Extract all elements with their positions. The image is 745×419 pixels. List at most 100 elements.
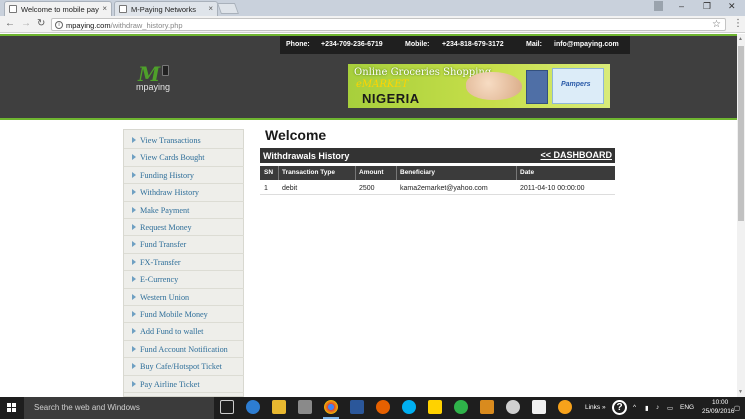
reload-icon[interactable]: ↻ [37, 18, 45, 29]
url-path: /withdraw_history.php [110, 21, 183, 30]
sidebar-item-e-currency[interactable]: E-Currency [124, 271, 244, 289]
banner-country: NIGERIA [362, 91, 420, 106]
keyboard-language[interactable]: ENG [680, 404, 694, 411]
url-host: mpaying.com [66, 21, 111, 30]
sidebar-item-view-transactions[interactable]: View Transactions [124, 132, 244, 150]
firefox-icon[interactable] [376, 400, 390, 414]
browser-menu-icon[interactable]: ⋮ [733, 18, 743, 29]
diapers-box-image: Pampers [552, 68, 604, 104]
arrow-right-icon [132, 137, 136, 143]
battery-icon[interactable]: ▭ [667, 404, 673, 412]
chicken-image [466, 72, 522, 100]
arrow-right-icon [132, 276, 136, 283]
taskbar-search-input[interactable]: Search the web and Windows [24, 397, 214, 419]
page-scrollbar[interactable]: ▲ ▼ [737, 34, 745, 397]
bookmark-star-icon[interactable]: ☆ [712, 19, 721, 30]
tab-title: M-Paying Networks [131, 5, 197, 14]
column-header: Beneficiary [400, 169, 436, 176]
address-bar[interactable]: i mpaying.com/withdraw_history.php ☆ [51, 18, 726, 31]
links-expand-icon[interactable]: » [602, 404, 606, 411]
sidebar-item-label: Pay Airline Ticket [140, 379, 200, 389]
table-row: 1 debit 2500 kama2emarket@yahoo.com 2011… [260, 181, 615, 195]
network-icon[interactable]: ▮ [645, 404, 649, 412]
skype-icon[interactable] [402, 400, 416, 414]
user-profile-icon[interactable] [654, 1, 663, 11]
notifications-icon[interactable]: ▢ [734, 404, 740, 412]
app-green-icon[interactable] [454, 400, 468, 414]
links-toolbar-label[interactable]: Links [585, 404, 600, 411]
mail-address[interactable]: info@mpaying.com [554, 41, 619, 48]
app-yellow-icon[interactable] [428, 400, 442, 414]
scrollbar-thumb[interactable] [738, 46, 744, 221]
advert-banner[interactable]: Online Groceries Shopping eMARKET NIGERI… [348, 64, 610, 108]
sidebar-item-add-fund-to-wallet[interactable]: Add Fund to wallet [124, 323, 244, 341]
help-icon[interactable]: ? [612, 400, 627, 415]
tab-close-icon[interactable]: × [208, 4, 213, 13]
tab-close-icon[interactable]: × [102, 4, 107, 13]
tab-title: Welcome to mobile pay [21, 5, 99, 14]
sidebar-item-fx-transfer[interactable]: FX-Transfer [124, 254, 244, 272]
file-explorer-icon[interactable] [272, 400, 286, 414]
logo-phone-icon [162, 65, 169, 76]
clock-date[interactable]: 25/09/2016 [702, 408, 735, 415]
header-accent-bottom [0, 118, 745, 120]
sidebar-item-buy-cafe-hotspot-ticket[interactable]: Buy Cafe/Hotspot Ticket [124, 358, 244, 376]
contact-bar: Phone: +234-709-236-6719 Mobile: +234-81… [280, 36, 630, 54]
arrow-right-icon [132, 224, 136, 230]
sidebar-item-view-cards-bought[interactable]: View Cards Bought [124, 149, 244, 167]
arrow-right-icon [132, 189, 136, 196]
restore-icon[interactable]: ❐ [703, 1, 711, 12]
window-close-icon[interactable]: ✕ [728, 1, 736, 12]
column-divider [396, 166, 397, 180]
sidebar-item-make-payment[interactable]: Make Payment [124, 202, 244, 219]
browser-tab-strip: Welcome to mobile pay × M-Paying Network… [0, 0, 745, 16]
new-tab-button[interactable] [216, 3, 240, 14]
logo-text: mpaying [136, 82, 171, 92]
arrow-right-icon [132, 345, 136, 352]
tab-welcome[interactable]: Welcome to mobile pay × [4, 1, 112, 16]
volume-icon[interactable]: ♪ [656, 404, 659, 411]
back-icon[interactable]: ← [5, 18, 15, 29]
sidebar-item-fund-account-notification[interactable]: Fund Account Notification [124, 341, 244, 359]
windows-start-icon[interactable] [7, 403, 17, 413]
scroll-down-icon[interactable]: ▼ [738, 389, 743, 395]
edge-browser-icon[interactable] [246, 400, 260, 414]
photos-icon[interactable] [532, 400, 546, 414]
minimize-icon[interactable]: – [679, 1, 684, 11]
task-view-icon[interactable] [220, 400, 234, 414]
sidebar-menu: View Transactions View Cards Bought Fund… [123, 129, 244, 397]
arrow-right-icon [132, 363, 136, 370]
tray-chevron-icon[interactable]: ^ [633, 404, 636, 411]
section-title: Withdrawals History [263, 151, 350, 161]
sidebar-item-label: FX-Transfer [140, 257, 181, 267]
store-icon[interactable] [298, 400, 312, 414]
sidebar-item-label: Fund Account Notification [140, 344, 228, 354]
app-coin-icon[interactable] [558, 400, 572, 414]
sidebar-item-pay-airline-ticket[interactable]: Pay Airline Ticket [124, 376, 244, 393]
chrome-icon[interactable] [324, 400, 338, 414]
arrow-right-icon [132, 154, 136, 161]
table-cell: kama2emarket@yahoo.com [400, 185, 488, 192]
tab-mpaying-networks[interactable]: M-Paying Networks × [114, 1, 218, 16]
sidebar-item-label: Make Payment [140, 205, 190, 215]
table-cell: 1 [264, 185, 268, 192]
app-orange-icon[interactable] [480, 400, 494, 414]
sidebar-item-label: Request Money [140, 223, 192, 232]
scroll-up-icon[interactable]: ▲ [738, 36, 743, 42]
sidebar-item-label: View Transactions [140, 136, 201, 145]
table-header-row: SN Transaction Type Amount Beneficiary D… [260, 166, 615, 180]
site-logo[interactable]: M mpaying [136, 62, 180, 94]
dashboard-link[interactable]: << DASHBOARD [540, 150, 612, 160]
site-info-icon[interactable]: i [55, 21, 63, 29]
forward-icon[interactable]: → [21, 18, 31, 29]
sidebar-item-withdraw-history[interactable]: Withdraw History [124, 184, 244, 202]
word-icon[interactable] [350, 400, 364, 414]
sidebar-item-fund-transfer[interactable]: Fund Transfer [124, 236, 244, 254]
app-gray-icon[interactable] [506, 400, 520, 414]
sidebar-item-funding-history[interactable]: Funding History [124, 167, 244, 185]
sidebar-item-fund-mobile-money[interactable]: Fund Mobile Money [124, 306, 244, 324]
sidebar-item-request-money[interactable]: Request Money [124, 219, 244, 237]
clock-time[interactable]: 10:00 [712, 399, 728, 406]
sidebar-item-western-union[interactable]: Western Union [124, 289, 244, 306]
column-header: Amount [359, 169, 384, 176]
